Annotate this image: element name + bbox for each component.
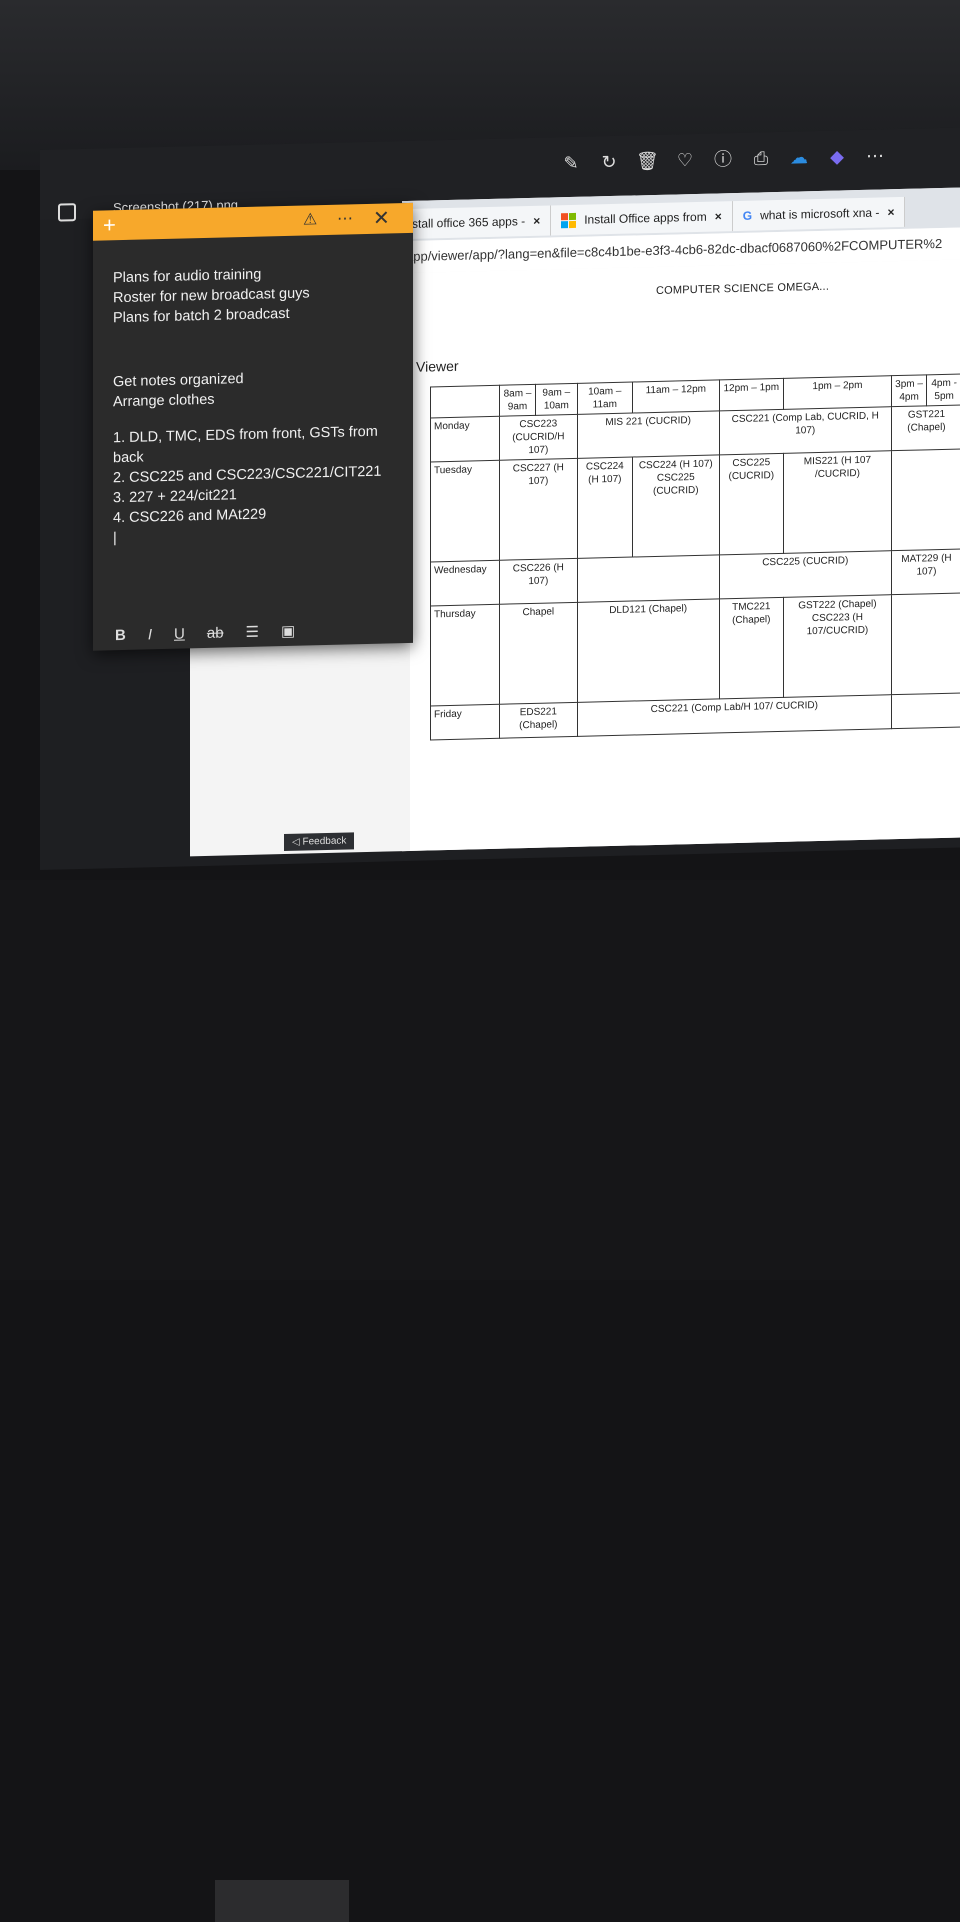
table-cell: CSC224 (H 107) xyxy=(577,457,632,558)
table-cell: CSC225 (CUCRID) xyxy=(719,551,891,599)
photos-toolbar: ✎ ↻ 🗑 ♡ ⓘ ⎙ ☁ ◆ ⋯ xyxy=(560,144,886,174)
feedback-button[interactable]: ◁ Feedback xyxy=(284,832,354,851)
google-icon: G xyxy=(743,209,752,223)
day-cell: Thursday xyxy=(431,604,500,706)
print-icon[interactable]: ⎙ xyxy=(750,147,772,170)
strikethrough-button[interactable]: ab xyxy=(207,624,224,641)
clipchamp-icon[interactable]: ◆ xyxy=(826,145,848,168)
tab-label: stall office 365 apps - xyxy=(412,214,525,231)
hinge-highlight xyxy=(215,1880,349,1922)
table-cell: TMC221 (Chapel) xyxy=(719,597,783,699)
table-header: 1pm – 2pm xyxy=(783,376,891,410)
table-cell: CSC224 (H 107) CSC225 (CUCRID) xyxy=(632,455,719,557)
table-cell: GST221 (Chapel) xyxy=(891,405,960,451)
laptop-screen: Screenshot (217).png ✎ ↻ 🗑 ♡ ⓘ ⎙ ☁ ◆ ⋯ s… xyxy=(40,128,960,870)
table-row: Tuesday CSC227 (H 107) CSC224 (H 107) CS… xyxy=(431,449,960,562)
underline-button[interactable]: U xyxy=(174,625,185,642)
day-cell: Wednesday xyxy=(431,560,500,606)
italic-button[interactable]: I xyxy=(148,626,152,643)
feedback-label: Feedback xyxy=(302,836,346,848)
table-cell xyxy=(891,593,960,695)
table-cell: CSC223 (CUCRID/H 107) xyxy=(500,414,578,460)
edit-icon[interactable]: ✎ xyxy=(560,152,582,175)
day-cell: Monday xyxy=(431,416,500,462)
more-icon[interactable]: ⋯ xyxy=(337,208,353,228)
table-header: 3pm – 4pm xyxy=(891,375,926,407)
table-cell: MAT229 (H 107) xyxy=(891,549,960,595)
table-cell: CSC226 (H 107) xyxy=(500,558,578,604)
day-cell: Tuesday xyxy=(431,460,500,562)
table-cell: CSC221 (Comp Lab/H 107/ CUCRID) xyxy=(577,695,891,737)
table-cell xyxy=(891,449,960,551)
close-icon[interactable]: × xyxy=(533,214,540,228)
day-cell: Friday xyxy=(431,704,500,740)
table-header: 4pm - 5pm xyxy=(927,374,960,406)
table-header: 11am – 12pm xyxy=(632,380,719,413)
photo-canvas xyxy=(190,641,410,856)
laptop-keyboard xyxy=(0,880,960,1280)
tab-label: Install Office apps from xyxy=(584,210,707,227)
tab-install-office[interactable]: Install Office apps from × xyxy=(551,201,733,235)
table-header: 8am – 9am xyxy=(500,384,536,416)
table-cell: EDS221 (Chapel) xyxy=(500,702,578,738)
table-cell xyxy=(891,693,960,729)
table-cell: MIS221 (H 107 /CUCRID) xyxy=(783,451,891,554)
sticky-note-body[interactable]: Plans for audio training Roster for new … xyxy=(113,262,383,549)
close-icon[interactable]: × xyxy=(887,205,894,219)
sticky-note[interactable]: + ⚠ ⋯ ✕ Plans for audio training Roster … xyxy=(93,203,413,651)
table-header: 9am – 10am xyxy=(536,383,578,415)
table-cell: CSC221 (Comp Lab, CUCRID, H 107) xyxy=(719,407,891,455)
timetable: 8am – 9am 9am – 10am 10am – 11am 11am – … xyxy=(430,373,960,740)
favorite-icon[interactable]: ♡ xyxy=(674,149,696,172)
table-header xyxy=(431,385,500,418)
table-cell: DLD121 (Chapel) xyxy=(577,599,719,702)
tab-label: what is microsoft xna - xyxy=(760,205,879,222)
table-header: 12pm – 1pm xyxy=(719,378,783,411)
photos-app-icon xyxy=(58,203,76,221)
browser-window: stall office 365 apps - × Install Office… xyxy=(402,187,960,851)
tab-office-365[interactable]: stall office 365 apps - × xyxy=(402,206,551,240)
info-icon[interactable]: ⓘ xyxy=(712,148,734,171)
add-note-icon[interactable]: + xyxy=(103,212,116,238)
bold-button[interactable]: B xyxy=(115,626,126,643)
close-icon[interactable]: × xyxy=(715,209,722,223)
image-icon[interactable]: ▣ xyxy=(281,622,295,640)
table-cell: MIS 221 (CUCRID) xyxy=(577,411,719,458)
document-viewer: Viewer COMPUTER SCIENCE OMEGA... 8am – 9… xyxy=(402,259,960,851)
document-title: COMPUTER SCIENCE OMEGA... xyxy=(656,281,829,297)
table-cell: CSC227 (H 107) xyxy=(500,458,578,560)
table-cell: GST222 (Chapel) CSC223 (H 107/CUCRID) xyxy=(783,595,891,698)
table-cell: CSC225 (CUCRID) xyxy=(719,453,783,555)
tab-search-xna[interactable]: G what is microsoft xna - × xyxy=(733,197,906,231)
sticky-note-header: + ⚠ ⋯ ✕ xyxy=(93,203,413,241)
more-icon[interactable]: ⋯ xyxy=(864,144,886,167)
rotate-icon[interactable]: ↻ xyxy=(598,151,620,174)
close-icon[interactable]: ✕ xyxy=(373,205,390,230)
onedrive-icon[interactable]: ☁ xyxy=(788,146,810,169)
table-cell: Chapel xyxy=(500,602,578,704)
note-list-item: 1. DLD, TMC, EDS from front, GSTs from b… xyxy=(113,422,383,469)
delete-icon[interactable]: 🗑 xyxy=(636,150,658,173)
bullets-icon[interactable]: ☰ xyxy=(246,623,259,641)
table-row: Thursday Chapel DLD121 (Chapel) TMC221 (… xyxy=(431,593,960,706)
microsoft-logo-icon xyxy=(561,212,576,227)
table-cell xyxy=(577,555,719,602)
viewer-label: Viewer xyxy=(416,358,459,375)
warning-icon[interactable]: ⚠ xyxy=(303,209,317,229)
table-header: 10am – 11am xyxy=(577,382,632,414)
